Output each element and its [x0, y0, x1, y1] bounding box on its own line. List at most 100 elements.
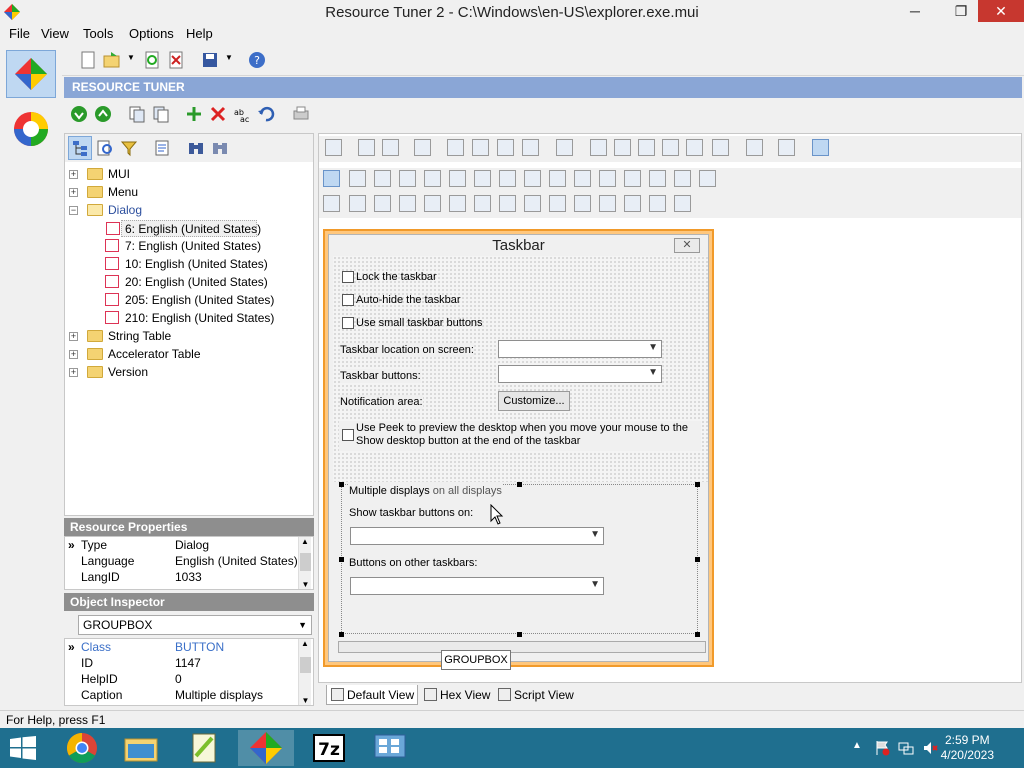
action-center-flag-icon[interactable]	[874, 740, 890, 756]
prop-row-language[interactable]: Language English (United States)	[65, 553, 299, 569]
collapse-icon[interactable]: −	[69, 206, 78, 215]
show-hidden-icons-icon[interactable]: ▲	[852, 740, 862, 751]
control-tool-icon-1-10[interactable]	[574, 170, 591, 187]
align-tool-icon-0-13[interactable]	[686, 139, 703, 156]
dialog-close-button[interactable]: ✕	[674, 238, 700, 253]
control-tool-icon-1-1[interactable]	[349, 170, 366, 187]
network-icon[interactable]	[898, 740, 914, 756]
filter-icon[interactable]	[120, 139, 138, 157]
tree-item-dialog-6[interactable]: 6: English (United States)	[106, 220, 261, 237]
control-tool-icon-2-3[interactable]	[399, 195, 416, 212]
align-tool-icon-0-4[interactable]	[447, 139, 464, 156]
resource-tuner-view-button[interactable]	[6, 50, 56, 98]
explorer-taskbar-button[interactable]	[113, 730, 169, 766]
control-tool-icon-1-9[interactable]	[549, 170, 566, 187]
control-tool-icon-2-4[interactable]	[424, 195, 441, 212]
peek-checkbox[interactable]: Use Peek to preview the desktop when you…	[339, 421, 701, 451]
system-clock[interactable]: 2:59 PM 4/20/2023	[941, 733, 994, 763]
move-up-icon[interactable]	[94, 105, 112, 123]
tree-item-accelerator-table[interactable]: + Accelerator Table	[67, 346, 307, 363]
inspector-scrollbar[interactable]: ▲ ▼	[298, 639, 311, 705]
paste-resource-icon[interactable]	[152, 105, 170, 123]
volume-muted-icon[interactable]	[922, 740, 938, 756]
control-tool-icon-2-6[interactable]	[474, 195, 491, 212]
open-file-icon[interactable]	[103, 51, 121, 69]
chrome-taskbar-button[interactable]	[54, 730, 110, 766]
control-tool-icon-1-14[interactable]	[674, 170, 691, 187]
control-tool-icon-1-7[interactable]	[499, 170, 516, 187]
control-tool-icon-1-5[interactable]	[449, 170, 466, 187]
7zip-taskbar-button[interactable]: 7z	[301, 730, 357, 766]
resize-handle-tl[interactable]	[339, 482, 344, 487]
copy-resource-icon[interactable]	[128, 105, 146, 123]
tree-item-mui[interactable]: + MUI	[67, 166, 307, 183]
expand-icon[interactable]: +	[69, 170, 78, 179]
save-icon[interactable]	[201, 51, 219, 69]
align-tool-icon-0-14[interactable]	[712, 139, 729, 156]
align-tool-icon-0-6[interactable]	[497, 139, 514, 156]
minimize-button[interactable]: ─	[898, 0, 932, 22]
tree-item-dialog-20[interactable]: 20: English (United States)	[105, 274, 281, 291]
menu-view[interactable]: View	[41, 26, 69, 41]
expand-icon[interactable]: +	[69, 350, 78, 359]
taskbar-buttons-combo[interactable]: ▼	[498, 365, 662, 383]
prop-row-type[interactable]: » Type Dialog	[65, 537, 299, 553]
align-tool-icon-0-8[interactable]	[556, 139, 573, 156]
align-tool-icon-0-2[interactable]	[382, 139, 399, 156]
tree-item-string-table[interactable]: + String Table	[67, 328, 307, 345]
close-button[interactable]: ✕	[978, 0, 1024, 22]
control-tool-icon-1-3[interactable]	[399, 170, 416, 187]
binoculars-icon[interactable]	[187, 139, 205, 157]
resize-handle-tr[interactable]	[695, 482, 700, 487]
control-tool-icon-2-2[interactable]	[374, 195, 391, 212]
tab-default-view[interactable]: Default View	[326, 685, 418, 705]
control-tool-icon-2-8[interactable]	[524, 195, 541, 212]
prop-row-class[interactable]: » Class BUTTON	[65, 639, 299, 655]
prop-row-caption[interactable]: Caption Multiple displays	[65, 687, 299, 703]
delete-icon[interactable]	[209, 105, 227, 123]
resize-handle-br[interactable]	[695, 632, 700, 637]
location-combo[interactable]: ▼	[498, 340, 662, 358]
rename-icon[interactable]: abac	[233, 105, 251, 123]
add-icon[interactable]	[185, 105, 203, 123]
align-tool-icon-0-15[interactable]	[746, 139, 763, 156]
resize-handle-mr[interactable]	[695, 557, 700, 562]
control-tool-icon-2-1[interactable]	[349, 195, 366, 212]
control-tool-icon-2-13[interactable]	[649, 195, 666, 212]
menu-file[interactable]: File	[9, 26, 30, 41]
tree-item-dialog-10[interactable]: 10: English (United States)	[105, 256, 281, 273]
windows-start-icon[interactable]	[10, 736, 36, 760]
help-icon[interactable]: ?	[248, 51, 266, 69]
tree-item-dialog-7[interactable]: 7: English (United States)	[105, 238, 281, 255]
tree-item-dialog-210[interactable]: 210: English (United States)	[105, 310, 281, 327]
notepad-taskbar-button[interactable]	[176, 730, 232, 766]
control-tool-icon-2-7[interactable]	[499, 195, 516, 212]
tab-hex-view[interactable]: Hex View	[420, 685, 492, 705]
align-tool-icon-0-9[interactable]	[590, 139, 607, 156]
undo-icon[interactable]	[257, 105, 275, 123]
expand-icon[interactable]: +	[69, 188, 78, 197]
resize-handle-bl[interactable]	[339, 632, 344, 637]
tree-item-menu[interactable]: + Menu	[67, 184, 307, 201]
align-tool-icon-0-10[interactable]	[614, 139, 631, 156]
find-next-icon[interactable]	[211, 139, 229, 157]
control-tool-icon-2-10[interactable]	[574, 195, 591, 212]
open-dropdown-icon[interactable]: ▼	[127, 53, 135, 62]
control-tool-icon-2-5[interactable]	[449, 195, 466, 212]
find-resource-icon[interactable]	[96, 139, 114, 157]
align-tool-icon-0-12[interactable]	[662, 139, 679, 156]
control-tool-icon-1-12[interactable]	[624, 170, 641, 187]
tree-view-button[interactable]	[68, 136, 92, 160]
tree-item-dialog-205[interactable]: 205: English (United States)	[105, 292, 281, 309]
align-tool-icon-0-11[interactable]	[638, 139, 655, 156]
align-tool-icon-0-5[interactable]	[472, 139, 489, 156]
tree-item-dialog[interactable]: − Dialog	[67, 202, 307, 219]
prop-row-helpid[interactable]: HelpID 0	[65, 671, 299, 687]
resize-handle-ml[interactable]	[339, 557, 344, 562]
buttons-other-combo[interactable]: ▼	[350, 577, 604, 595]
control-tool-icon-2-0[interactable]	[323, 195, 340, 212]
control-tool-icon-2-14[interactable]	[674, 195, 691, 212]
align-tool-icon-0-17[interactable]	[812, 139, 829, 156]
print-icon[interactable]	[292, 105, 310, 123]
resource-tuner-taskbar-button[interactable]	[238, 730, 294, 766]
